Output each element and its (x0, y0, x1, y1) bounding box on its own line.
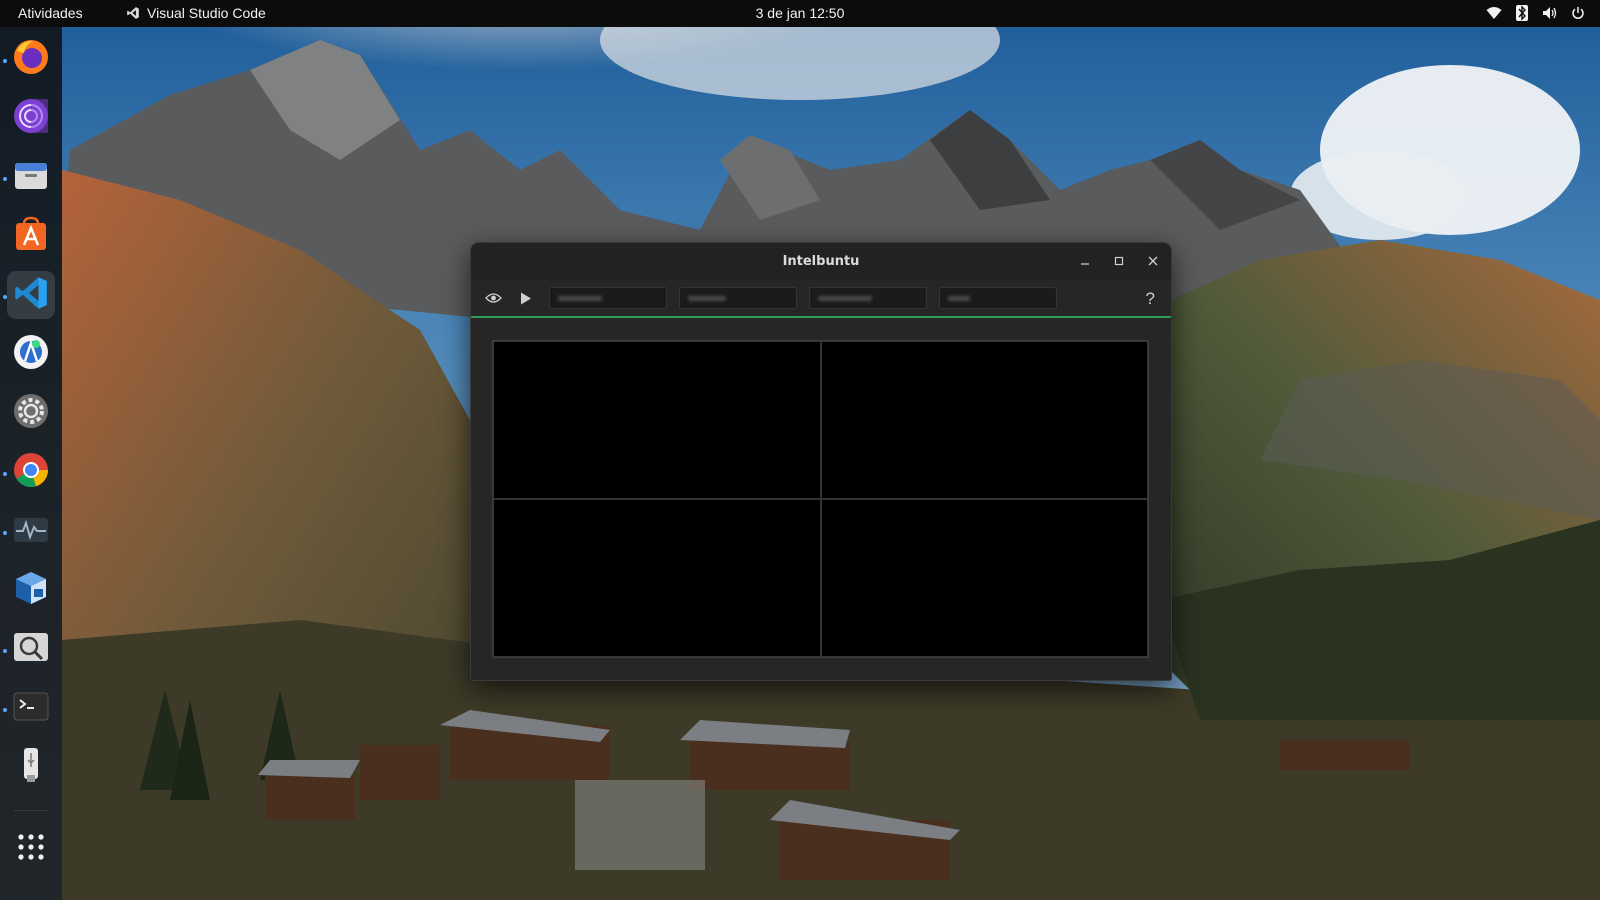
window-toolbar: ? (471, 280, 1171, 318)
toolbar-field-1[interactable] (549, 287, 667, 309)
dock (0, 27, 62, 900)
top-bar: Atividades Visual Studio Code 3 de jan 1… (0, 0, 1600, 27)
window-title: Intelbuntu (782, 253, 860, 269)
firefox-icon (11, 37, 51, 82)
running-indicator (3, 649, 7, 653)
dock-item-usb-drive[interactable] (7, 743, 55, 791)
android-studio-icon (11, 332, 51, 377)
vscode-icon (126, 6, 140, 20)
dock-item-app-center[interactable] (7, 212, 55, 260)
focused-app-label: Visual Studio Code (147, 5, 266, 21)
video-grid (492, 340, 1149, 658)
window-titlebar[interactable]: Intelbuntu (471, 243, 1171, 279)
activities-button[interactable]: Atividades (18, 5, 83, 21)
minimize-icon[interactable] (1075, 251, 1095, 271)
running-indicator (3, 531, 7, 535)
usb-drive-icon (11, 745, 51, 790)
video-cell[interactable] (493, 499, 821, 657)
dock-item-chrome[interactable] (7, 448, 55, 496)
running-indicator (3, 59, 7, 63)
video-cell[interactable] (820, 499, 1148, 657)
dock-item-virtualbox[interactable] (7, 566, 55, 614)
app-center-icon (11, 214, 51, 259)
system-monitor-icon (11, 509, 51, 554)
redacted-value (558, 296, 602, 301)
running-indicator (3, 472, 7, 476)
video-cell[interactable] (820, 341, 1148, 499)
redacted-value (948, 296, 970, 301)
running-indicator (3, 295, 7, 299)
image-viewer-icon (11, 627, 51, 672)
dock-item-vscode[interactable] (7, 271, 55, 319)
bluetooth-icon[interactable] (1514, 3, 1530, 23)
redacted-value (818, 296, 872, 301)
power-icon[interactable] (1570, 3, 1586, 23)
play-icon[interactable] (516, 288, 536, 308)
toolbar-field-4[interactable] (939, 287, 1057, 309)
show-apps-icon (16, 832, 46, 867)
clock[interactable]: 3 de jan 12:50 (756, 5, 845, 21)
redacted-value (688, 296, 726, 301)
system-tray[interactable] (1486, 3, 1586, 23)
dock-item-terminal[interactable] (7, 684, 55, 732)
vscode-icon (13, 275, 49, 316)
dock-item-settings[interactable] (7, 389, 55, 437)
dock-separator (14, 810, 48, 811)
eye-icon[interactable] (483, 288, 503, 308)
terminal-icon (11, 686, 51, 731)
settings-icon (11, 391, 51, 436)
dock-item-show-apps[interactable] (7, 825, 55, 873)
dock-item-files[interactable] (7, 153, 55, 201)
dock-item-system-monitor[interactable] (7, 507, 55, 555)
volume-icon[interactable] (1542, 3, 1558, 23)
running-indicator (3, 177, 7, 181)
wifi-icon[interactable] (1486, 3, 1502, 23)
maximize-icon[interactable] (1109, 251, 1129, 271)
dock-item-image-viewer[interactable] (7, 625, 55, 673)
files-icon (11, 155, 51, 200)
dock-item-android-studio[interactable] (7, 330, 55, 378)
toolbar-field-2[interactable] (679, 287, 797, 309)
toolbar-field-3[interactable] (809, 287, 927, 309)
focused-app-menu[interactable]: Visual Studio Code (126, 5, 266, 21)
video-cell[interactable] (493, 341, 821, 499)
chrome-icon (11, 450, 51, 495)
tor-browser-icon (11, 96, 51, 141)
dock-item-tor-browser[interactable] (7, 94, 55, 142)
help-button[interactable]: ? (1146, 289, 1155, 309)
intelbuntu-window: Intelbuntu ? (470, 242, 1172, 681)
virtualbox-icon (11, 568, 51, 613)
close-icon[interactable] (1143, 251, 1163, 271)
dock-item-firefox[interactable] (7, 35, 55, 83)
running-indicator (3, 708, 7, 712)
